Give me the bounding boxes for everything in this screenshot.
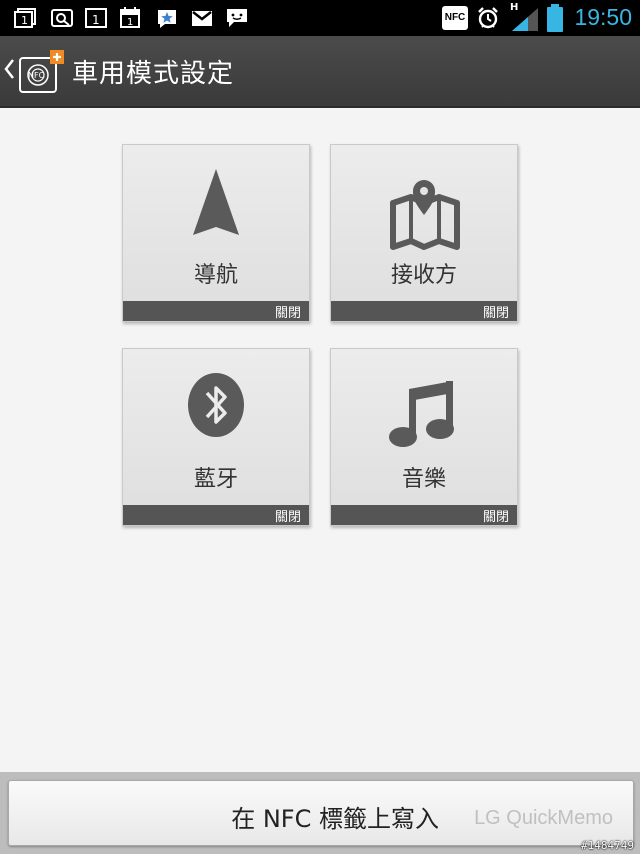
sns-star-icon xyxy=(158,10,176,28)
status-badge: 關閉 xyxy=(123,301,309,321)
svg-text:NFC: NFC xyxy=(28,71,45,80)
alarm-icon xyxy=(478,7,498,29)
status-bar: 1 1 1 NFC H 19:50 xyxy=(0,0,640,36)
tile-label: 音樂 xyxy=(401,467,446,492)
calendar-1-icon: 1 xyxy=(85,8,107,28)
back-button[interactable]: NFC xyxy=(0,36,68,106)
chevron-left-icon xyxy=(4,59,14,79)
status-badge: 關閉 xyxy=(331,505,517,525)
write-to-nfc-tag-button[interactable]: 在 NFC 標籤上寫入 LG QuickMemo xyxy=(8,780,634,846)
recent-apps-icon: 1 xyxy=(14,8,36,28)
tile-music[interactable]: 音樂 關閉 xyxy=(330,348,518,526)
quickmemo-watermark: LG QuickMemo xyxy=(474,807,613,829)
action-bar: NFC 車用模式設定 xyxy=(0,36,640,108)
tile-label: 接收方 xyxy=(390,263,457,288)
signal-icon xyxy=(512,8,538,31)
calendar-icon: 1 xyxy=(120,7,140,28)
page-title: 車用模式設定 xyxy=(72,59,235,89)
tile-label: 藍牙 xyxy=(193,467,238,492)
bottom-bar: 在 NFC 標籤上寫入 LG QuickMemo #1484749 xyxy=(0,772,640,854)
tile-bluetooth[interactable]: 藍牙 關閉 xyxy=(122,348,310,526)
battery-icon xyxy=(547,4,563,32)
write-button-label: 在 NFC 標籤上寫入 xyxy=(231,805,439,833)
status-badge: 關閉 xyxy=(123,505,309,525)
bluetooth-icon xyxy=(188,373,244,437)
nfc-app-logo-icon: NFC xyxy=(19,50,64,93)
gmail-icon xyxy=(192,11,212,26)
status-badge: 關閉 xyxy=(331,301,517,321)
svg-text:1: 1 xyxy=(92,13,100,27)
quickmemo-icon xyxy=(51,9,73,27)
car-mode-settings-grid: 導航 關閉 接收方 關閉 藍牙 關閉 音樂 關閉 xyxy=(0,108,640,772)
image-id-label: #1484749 xyxy=(581,839,634,852)
svg-text:1: 1 xyxy=(127,17,133,28)
tile-navigation[interactable]: 導航 關閉 xyxy=(122,144,310,322)
nfc-icon: NFC xyxy=(442,6,468,30)
svg-text:1: 1 xyxy=(21,14,28,27)
tile-receiver[interactable]: 接收方 關閉 xyxy=(330,144,518,322)
navigation-arrow-icon xyxy=(193,169,239,235)
clock: 19:50 xyxy=(574,4,632,30)
map-pin-icon xyxy=(390,180,460,250)
music-note-icon xyxy=(389,381,454,447)
tile-label: 導航 xyxy=(193,263,238,288)
message-icon xyxy=(227,9,247,27)
